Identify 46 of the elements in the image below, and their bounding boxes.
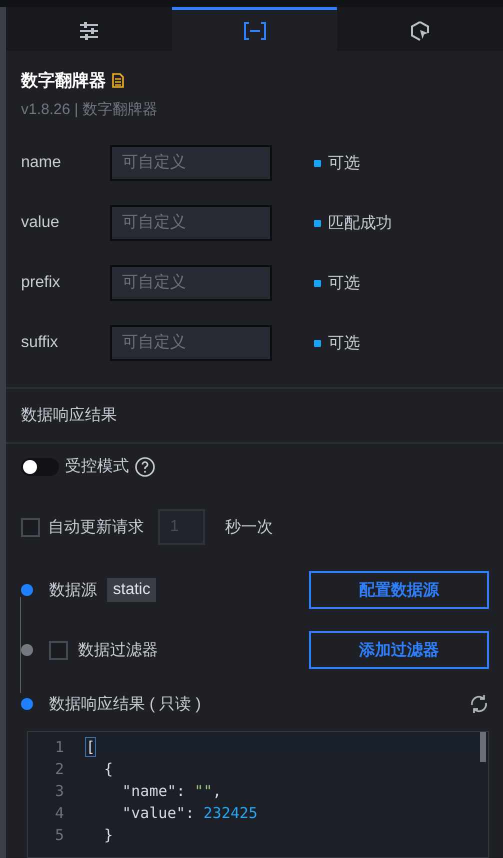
sliders-icon xyxy=(78,22,99,40)
step-button[interactable]: 添加过滤器 xyxy=(309,631,489,670)
bracket-icon xyxy=(244,22,266,40)
step-label: 数据响应结果 ( 只读 ) xyxy=(49,694,201,715)
line-number: 2 xyxy=(54,759,65,780)
unit-label: 秒一次 xyxy=(225,518,273,538)
version-text: v1.8.26 | 数字翻牌器 xyxy=(21,100,158,120)
field-label: suffix xyxy=(21,334,60,352)
step-button[interactable]: 配置数据源 xyxy=(309,571,489,610)
help-icon[interactable] xyxy=(135,456,155,477)
step-label: 数据过滤器 xyxy=(78,640,158,661)
step-label: 数据源 xyxy=(49,580,97,601)
checkbox[interactable] xyxy=(49,640,68,660)
status-text: 可选 xyxy=(328,154,360,174)
code-line: [ xyxy=(86,738,96,756)
input-field[interactable]: 可自定义 xyxy=(110,325,272,362)
scrollbar[interactable] xyxy=(480,732,486,762)
panel-tab[interactable] xyxy=(172,7,338,52)
field-label: name xyxy=(21,154,62,172)
checkbox[interactable] xyxy=(21,518,40,537)
line-number: 1 xyxy=(54,737,65,758)
input-field[interactable]: 可自定义 xyxy=(110,265,272,302)
status-text: 可选 xyxy=(328,334,360,354)
refresh-icon[interactable] xyxy=(469,694,489,714)
status-text: 可选 xyxy=(328,274,360,294)
code-line: { xyxy=(103,760,114,778)
field-label: value xyxy=(21,214,60,232)
toggle-label: 受控模式 xyxy=(65,456,129,478)
code-editor[interactable]: 1 2 3 4 5 [ { "name": "", "value": 232425 } xyxy=(27,731,489,858)
line-number: 5 xyxy=(54,825,65,846)
hexagon-cursor-icon xyxy=(410,20,430,41)
field-label: prefix xyxy=(21,274,62,292)
status-text: 匹配成功 xyxy=(328,214,392,234)
section-title: 数据响应结果 xyxy=(6,387,503,444)
source-tag: static xyxy=(107,578,156,602)
code-line: "name": "", xyxy=(121,782,222,800)
component-title: 数字翻牌器 xyxy=(21,70,106,92)
code-line: } xyxy=(103,826,114,844)
input-field[interactable]: 可自定义 xyxy=(110,205,272,242)
document-icon[interactable] xyxy=(112,73,124,88)
checkbox-label: 自动更新请求 xyxy=(48,518,144,538)
code-line: "value": 232425 xyxy=(121,804,258,822)
toggle-switch[interactable] xyxy=(21,458,59,476)
input-field[interactable]: 可自定义 xyxy=(110,145,272,182)
line-number: 3 xyxy=(54,781,65,802)
line-number: 4 xyxy=(54,803,65,824)
